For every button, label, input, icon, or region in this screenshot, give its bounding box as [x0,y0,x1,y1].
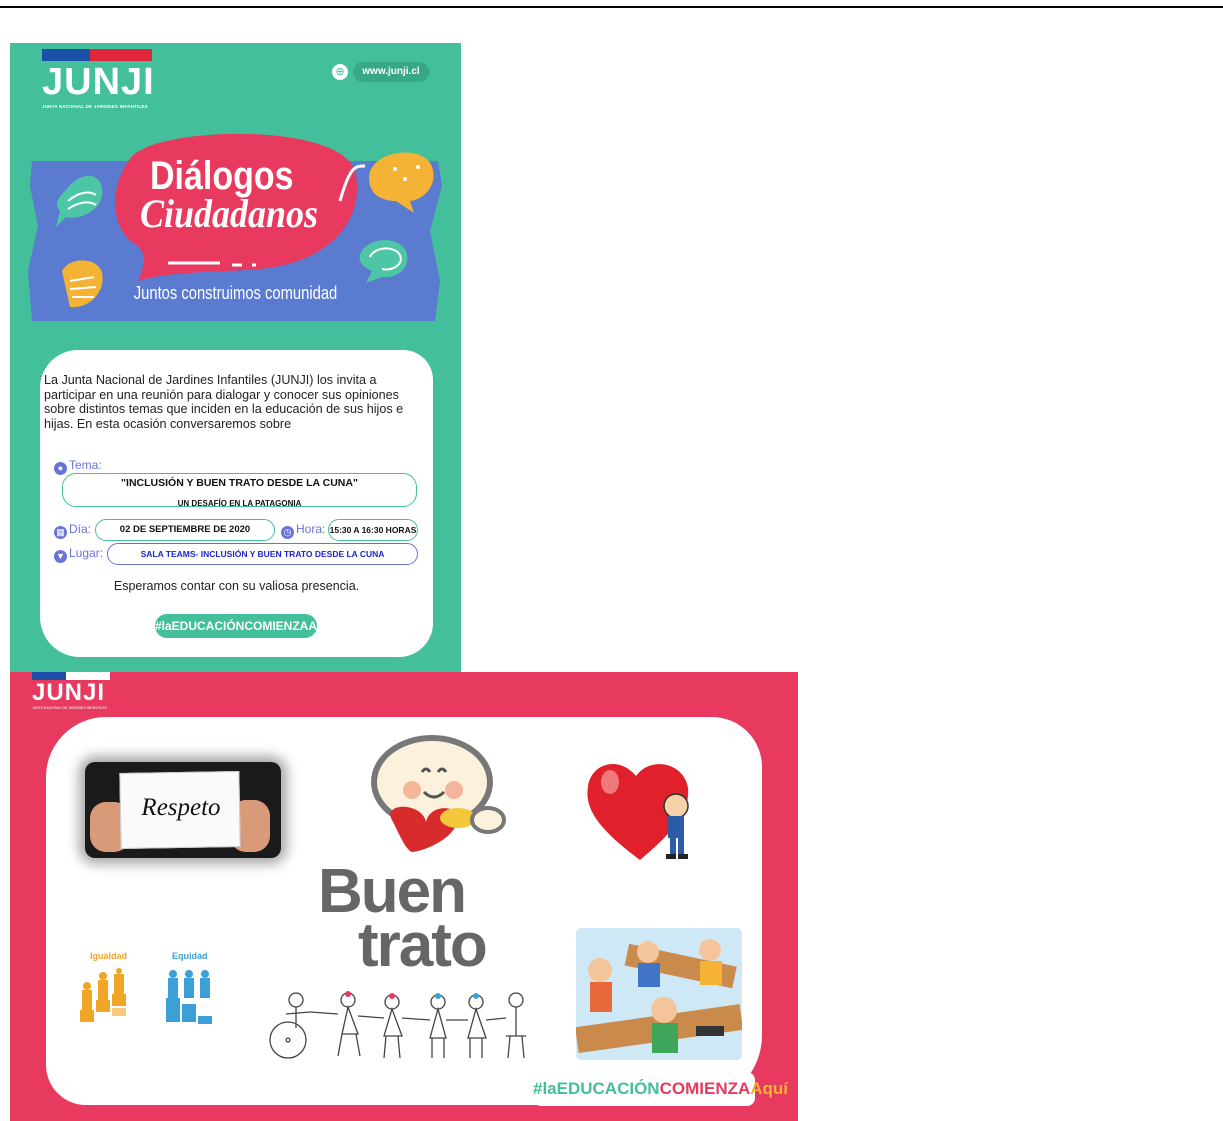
globe-icon: ⊕ [332,64,348,80]
tema-value: "INCLUSIÓN Y BUEN TRATO DESDE LA CUNA" [121,477,358,489]
topic-icon: ● [54,462,67,475]
invitation-text: La Junta Nacional de Jardines Infantiles… [44,373,404,431]
respeto-word: Respeto [141,794,221,821]
flag-bar [42,49,152,61]
junji-logo-subtitle: JUNTA NACIONAL DE JARDINES INFANTILES [32,706,107,710]
trato-word: trato [358,911,488,980]
lugar-label: ▼ Lugar: [54,546,103,563]
hashtag-part-educacion: EDUCACIÓN [556,1079,660,1098]
closing-text: Esperamos contar con su valiosa presenci… [113,579,360,593]
clock-icon: ◷ [281,526,294,539]
dia-label: ▦ Día: [54,522,91,539]
hora-field: 15:30 A 16:30 HORAS [328,519,418,541]
hero-banner: Diálogos Ciudadanos Juntos construimos c… [10,131,461,341]
boy-heart-illustration [587,763,689,860]
dialogos-poster: JUNJI JUNTA NACIONAL DE JARDINES INFANTI… [10,43,461,672]
hora-label: ◷ Hora: [281,522,325,539]
hero-tagline: Juntos construimos comunidad [133,283,338,303]
kid-heart-illustration [371,735,506,852]
hashtag-part-la: #la [533,1079,557,1098]
dia-field: 02 DE SEPTIEMBRE DE 2020 [95,519,275,541]
tema-subtitle: UN DESAFÍO EN LA PATAGONIA [177,499,302,508]
equidad-label: Equidad [172,951,208,961]
hashtag-pill: #laEDUCACIÓNCOMIENZAAquí [155,614,335,638]
hashtag-part-aqui: Aquí [750,1079,789,1098]
lugar-field: SALA TEAMS- INCLUSIÓN Y BUEN TRATO DESDE… [107,543,418,565]
junji-logo: JUNJI [42,61,155,103]
buen-trato-poster: JUNJI JUNTA NACIONAL DE JARDINES INFANTI… [10,672,798,1121]
junji-logo: JUNJI [32,679,106,706]
hero-title-line2: Ciudadanos [140,191,319,236]
classroom-illustration [576,928,742,1060]
hashtag-part-comienza: COMIENZA [659,1079,751,1098]
website-link[interactable]: www.junji.cl [353,62,429,82]
igualdad-label: Igualdad [90,951,128,961]
location-pin-icon: ▼ [54,550,67,563]
hashtag-badge: #laEDUCACIÓNCOMIENZAAquí [533,1072,788,1106]
top-divider-line [0,6,1223,8]
equality-equity-illustration [80,968,212,1024]
kids-holding-hands-illustration [269,991,526,1059]
calendar-icon: ▦ [54,526,67,539]
junji-logo-subtitle: JUNTA NACIONAL DE JARDINES INFANTILES [42,104,148,109]
